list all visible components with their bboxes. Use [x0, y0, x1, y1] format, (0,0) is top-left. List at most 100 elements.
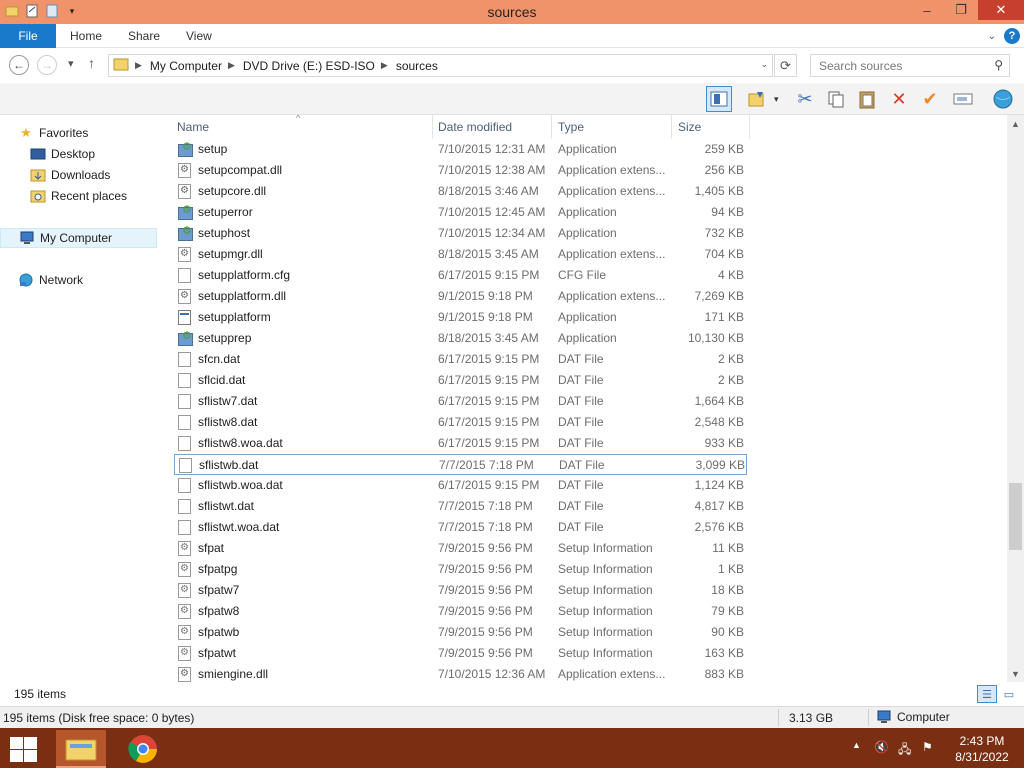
breadcrumb-sources[interactable]: sources	[396, 59, 438, 73]
select-all-checkmark-icon[interactable]: ✔	[917, 86, 943, 112]
file-explorer-taskbar-icon[interactable]	[56, 730, 106, 768]
help-icon[interactable]: ?	[1004, 28, 1020, 44]
breadcrumb-separator-icon[interactable]: ▶	[135, 60, 142, 71]
nav-my-computer[interactable]: My Computer	[0, 228, 157, 248]
column-divider[interactable]	[551, 115, 552, 139]
customize-quick-access-chevron-icon[interactable]: ▾	[64, 3, 80, 19]
action-center-flag-icon[interactable]: ⚑	[922, 740, 933, 754]
file-row[interactable]: sfpat 7/9/2015 9:56 PM Setup Information 11…	[174, 538, 747, 559]
scroll-up-arrow-icon[interactable]: ▲	[1007, 115, 1024, 132]
search-input[interactable]: Search sources ⚲	[810, 54, 1010, 77]
large-icons-view-button[interactable]: ▭	[999, 685, 1019, 703]
column-header-name[interactable]: Name	[177, 115, 427, 139]
preview-pane-button[interactable]	[706, 86, 732, 112]
downloads-folder-icon	[30, 168, 46, 182]
file-row[interactable]: sfpatwb 7/9/2015 9:56 PM Setup Information…	[174, 622, 747, 643]
expand-ribbon-chevron-icon[interactable]: ⌄	[988, 31, 996, 42]
nav-favorites[interactable]: ★ Favorites	[18, 123, 175, 143]
recent-locations-chevron-icon[interactable]: ▾	[68, 57, 74, 70]
network-status-icon[interactable]: 🖧	[898, 740, 911, 761]
details-view-button[interactable]: ☰	[977, 685, 997, 703]
scroll-down-arrow-icon[interactable]: ▼	[1007, 665, 1024, 682]
file-row[interactable]: sflistw8.woa.dat 6/17/2015 9:15 PM DAT Fil…	[174, 433, 747, 454]
show-hidden-icons-chevron-icon[interactable]: ▲	[852, 740, 861, 750]
vertical-scrollbar[interactable]: ▲ ▼	[1007, 115, 1024, 682]
tab-home[interactable]: Home	[70, 24, 102, 48]
breadcrumb-dvd-drive[interactable]: DVD Drive (E:) ESD-ISO	[243, 59, 375, 73]
close-button[interactable]: ✕	[978, 0, 1024, 20]
file-row[interactable]: sflistwt.woa.dat 7/7/2015 7:18 PM DAT File…	[174, 517, 747, 538]
paste-icon[interactable]	[854, 86, 880, 112]
file-row[interactable]: setupcompat.dll 7/10/2015 12:38 AM Applica…	[174, 160, 747, 181]
windows-start-icon[interactable]	[8, 736, 38, 762]
file-row[interactable]: sfpatw7 7/9/2015 9:56 PM Setup Information…	[174, 580, 747, 601]
maximize-button[interactable]: ❐	[944, 0, 978, 20]
nav-network[interactable]: Network	[18, 270, 175, 290]
file-size: 18 KB	[711, 583, 744, 597]
file-row[interactable]: setupplatform 9/1/2015 9:18 PM Application…	[174, 307, 747, 328]
file-row[interactable]: sfpatwt 7/9/2015 9:56 PM Setup Information…	[174, 643, 747, 664]
file-date-modified: 7/10/2015 12:34 AM	[438, 226, 546, 240]
column-header-size[interactable]: Size	[678, 115, 748, 139]
breadcrumb-my-computer[interactable]: My Computer	[150, 59, 222, 73]
file-name: smiengine.dll	[198, 667, 269, 681]
file-row[interactable]: sflistwb.dat 7/7/2015 7:18 PM DAT File 3,09…	[174, 454, 747, 475]
file-row[interactable]: smiengine.dll 7/10/2015 12:36 AM Applicati…	[174, 664, 747, 682]
cut-icon[interactable]: ✂	[792, 86, 818, 112]
file-row[interactable]: sflistw7.dat 6/17/2015 9:15 PM DAT File 1,6…	[174, 391, 747, 412]
pin-dropdown-chevron-icon[interactable]: ▾	[774, 94, 779, 105]
back-button[interactable]: ←	[9, 55, 29, 75]
delete-icon[interactable]: ✕	[886, 86, 912, 112]
file-type: Application extens...	[558, 667, 666, 681]
minimize-button[interactable]: –	[910, 0, 944, 20]
file-date-modified: 8/18/2015 3:46 AM	[438, 184, 539, 198]
file-date-modified: 6/17/2015 9:15 PM	[438, 268, 540, 282]
file-type: DAT File	[558, 436, 604, 450]
tab-view[interactable]: View	[186, 24, 212, 48]
file-row[interactable]: setupplatform.cfg 6/17/2015 9:15 PM CFG Fi…	[174, 265, 747, 286]
file-date-modified: 7/7/2015 7:18 PM	[439, 458, 534, 472]
file-size: 2 KB	[717, 352, 744, 366]
dll-file-icon	[178, 289, 191, 304]
file-row[interactable]: sfpatpg 7/9/2015 9:56 PM Setup Information…	[174, 559, 747, 580]
network-globe-icon[interactable]	[990, 86, 1016, 112]
column-divider[interactable]	[671, 115, 672, 139]
file-row[interactable]: setupprep 8/18/2015 3:45 AM Application 10,…	[174, 328, 747, 349]
file-row[interactable]: sflistw8.dat 6/17/2015 9:15 PM DAT File 2,5…	[174, 412, 747, 433]
file-row[interactable]: sflistwt.dat 7/7/2015 7:18 PM DAT File 4,81…	[174, 496, 747, 517]
address-bar[interactable]: ▶ My Computer ▶ DVD Drive (E:) ESD-ISO ▶…	[108, 54, 773, 77]
file-row[interactable]: setupmgr.dll 8/18/2015 3:45 AM Application…	[174, 244, 747, 265]
file-row[interactable]: sflistwb.woa.dat 6/17/2015 9:15 PM DAT Fil…	[174, 475, 747, 496]
copy-icon[interactable]	[823, 86, 849, 112]
up-arrow-icon[interactable]: ↑	[88, 55, 95, 71]
file-row[interactable]: sfcn.dat 6/17/2015 9:15 PM DAT File 2 KB	[174, 349, 747, 370]
address-dropdown-chevron-icon[interactable]: ⌄	[760, 59, 768, 70]
breadcrumb-separator-icon[interactable]: ▶	[381, 60, 388, 71]
column-header-date[interactable]: Date modified	[438, 115, 548, 139]
file-row[interactable]: setupcore.dll 8/18/2015 3:46 AM Applicatio…	[174, 181, 747, 202]
file-row[interactable]: setuphost 7/10/2015 12:34 AM Application 73…	[174, 223, 747, 244]
tab-file[interactable]: File	[0, 24, 56, 48]
rename-icon[interactable]	[950, 86, 976, 112]
properties-icon[interactable]	[24, 3, 40, 19]
file-row[interactable]: setupplatform.dll 9/1/2015 9:18 PM Applica…	[174, 286, 747, 307]
file-row[interactable]: setuperror 7/10/2015 12:45 AM Application 9…	[174, 202, 747, 223]
forward-button[interactable]: →	[37, 55, 57, 75]
system-clock[interactable]: 2:43 PM 8/31/2022	[948, 733, 1016, 765]
volume-muted-icon[interactable]: 🔇	[874, 740, 889, 754]
chrome-taskbar-icon[interactable]	[118, 730, 168, 768]
tab-share[interactable]: Share	[128, 24, 160, 48]
column-divider[interactable]	[749, 115, 750, 139]
item-count-row: 195 items ☰ ▭	[0, 682, 1024, 706]
refresh-button[interactable]: ⟳	[774, 54, 797, 77]
pin-to-quick-access-icon[interactable]	[744, 86, 770, 112]
new-folder-icon[interactable]	[44, 3, 60, 19]
column-header-type[interactable]: Type	[558, 115, 668, 139]
scrollbar-thumb[interactable]	[1009, 483, 1022, 550]
column-divider[interactable]	[432, 115, 433, 139]
file-size: 94 KB	[711, 205, 744, 219]
file-row[interactable]: sfpatw8 7/9/2015 9:56 PM Setup Information…	[174, 601, 747, 622]
breadcrumb-separator-icon[interactable]: ▶	[228, 60, 235, 71]
file-row[interactable]: sflcid.dat 6/17/2015 9:15 PM DAT File 2 KB	[174, 370, 747, 391]
file-row[interactable]: setup 7/10/2015 12:31 AM Application 259 KB	[174, 139, 747, 160]
